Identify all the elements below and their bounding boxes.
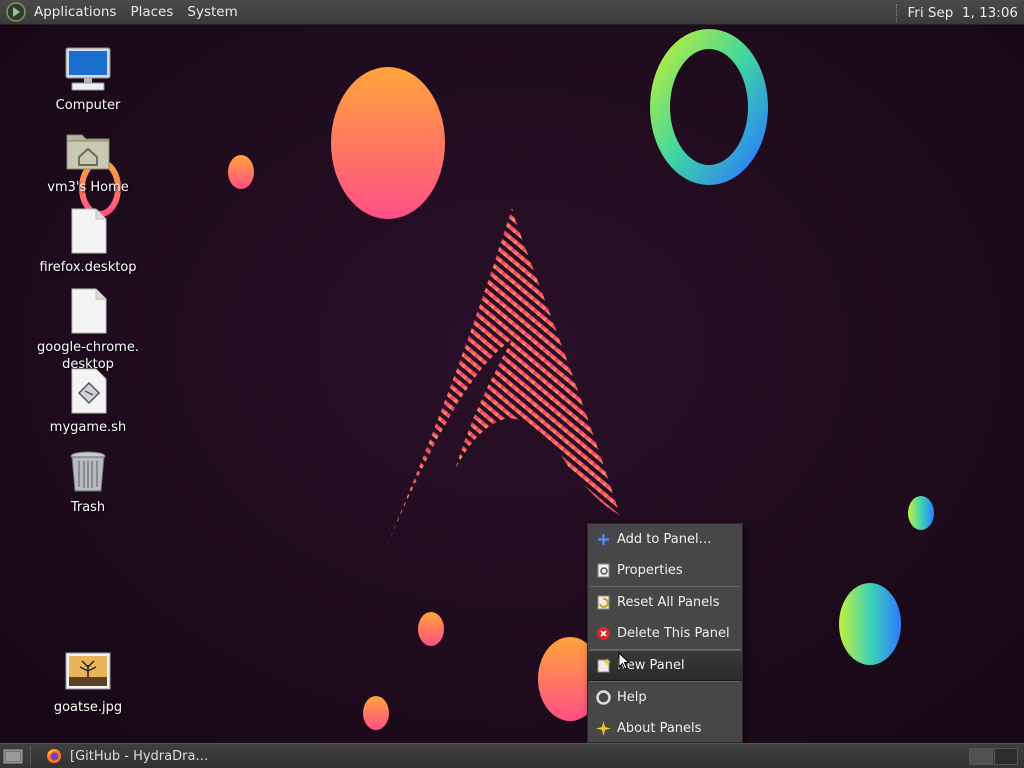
desktop-wallpaper [0,25,1024,743]
desktop-icon-label: firefox.desktop [39,260,137,275]
menu-item-label: Delete This Panel [617,626,730,641]
menu-item-new-panel[interactable]: New Panel [588,650,742,681]
desktop-icon-computer[interactable]: Computer [28,45,148,114]
menu-item-reset-all-panels[interactable]: Reset All Panels [588,587,742,618]
taskbar-button-firefox[interactable]: [GitHub - HydraDra… [40,745,214,767]
firefox-icon [47,749,61,763]
top-panel: Applications Places System Fri Sep 1, 13… [0,0,1024,25]
menu-item-properties[interactable]: Properties [588,555,742,586]
places-menu[interactable]: Places [130,4,173,20]
mouse-cursor-icon [618,652,630,670]
menu-item-label: Reset All Panels [617,595,720,610]
desktop-icon-mygame[interactable]: mygame.sh [28,367,148,436]
applications-menu[interactable]: Applications [34,4,116,20]
clock-text[interactable]: Fri Sep 1, 13:06 [908,5,1018,21]
desktop-icon-label: goatse.jpg [53,700,123,715]
menu-item-add-to-panel[interactable]: Add to Panel… [588,524,742,555]
workspace-switcher[interactable] [968,748,1018,765]
desktop-icon-chrome-desktop[interactable]: google-chrome. desktop [28,287,148,373]
file-icon [71,288,107,334]
trash-icon [70,451,106,492]
desktop-icon-trash[interactable]: Trash [28,447,148,516]
delete-icon [597,627,610,640]
desktop-icon-label: Trash [70,500,106,515]
computer-icon [65,47,111,91]
script-icon [71,368,107,414]
menu-item-about-panels[interactable]: About Panels [588,713,742,744]
bottom-panel: [GitHub - HydraDra… [0,743,1024,768]
show-desktop-icon[interactable] [2,747,24,765]
new-panel-icon [597,658,611,673]
system-menu[interactable]: System [187,4,237,20]
desktop-icon-goatse-jpg[interactable]: goatse.jpg [28,647,148,716]
menu-item-label: About Panels [617,721,702,736]
about-icon [596,721,611,736]
reset-icon [597,595,610,610]
workspace-1[interactable] [969,748,993,765]
menu-item-help[interactable]: Help [588,682,742,713]
main-menu-icon[interactable] [6,2,26,22]
wallpaper-art [79,29,934,730]
properties-icon [597,563,610,578]
desktop-icon-label: vm3's Home [47,180,129,195]
help-icon [596,690,611,705]
menu-item-label: Help [617,690,647,705]
desktop-icon-label: mygame.sh [49,420,127,435]
panel-handle[interactable] [30,747,34,765]
workspace-2[interactable] [994,748,1018,765]
desktop-icon-home[interactable]: vm3's Home [28,127,148,196]
panel-separator [895,3,900,22]
menu-item-delete-this-panel[interactable]: Delete This Panel [588,618,742,649]
menu-item-label: Properties [617,563,683,578]
image-icon [65,652,111,690]
panel-context-menu: Add to Panel… Properties Reset All Panel… [587,523,743,743]
home-folder-icon [66,134,110,170]
desktop-icon-firefox-desktop[interactable]: firefox.desktop [28,207,148,276]
plus-icon [598,534,609,545]
taskbar-button-label: [GitHub - HydraDra… [70,748,209,764]
file-icon [71,208,107,254]
menu-item-label: Add to Panel… [617,532,712,547]
desktop-icon-label: Computer [55,98,121,113]
clock-applet[interactable]: Fri Sep 1, 13:06 [895,0,1024,25]
